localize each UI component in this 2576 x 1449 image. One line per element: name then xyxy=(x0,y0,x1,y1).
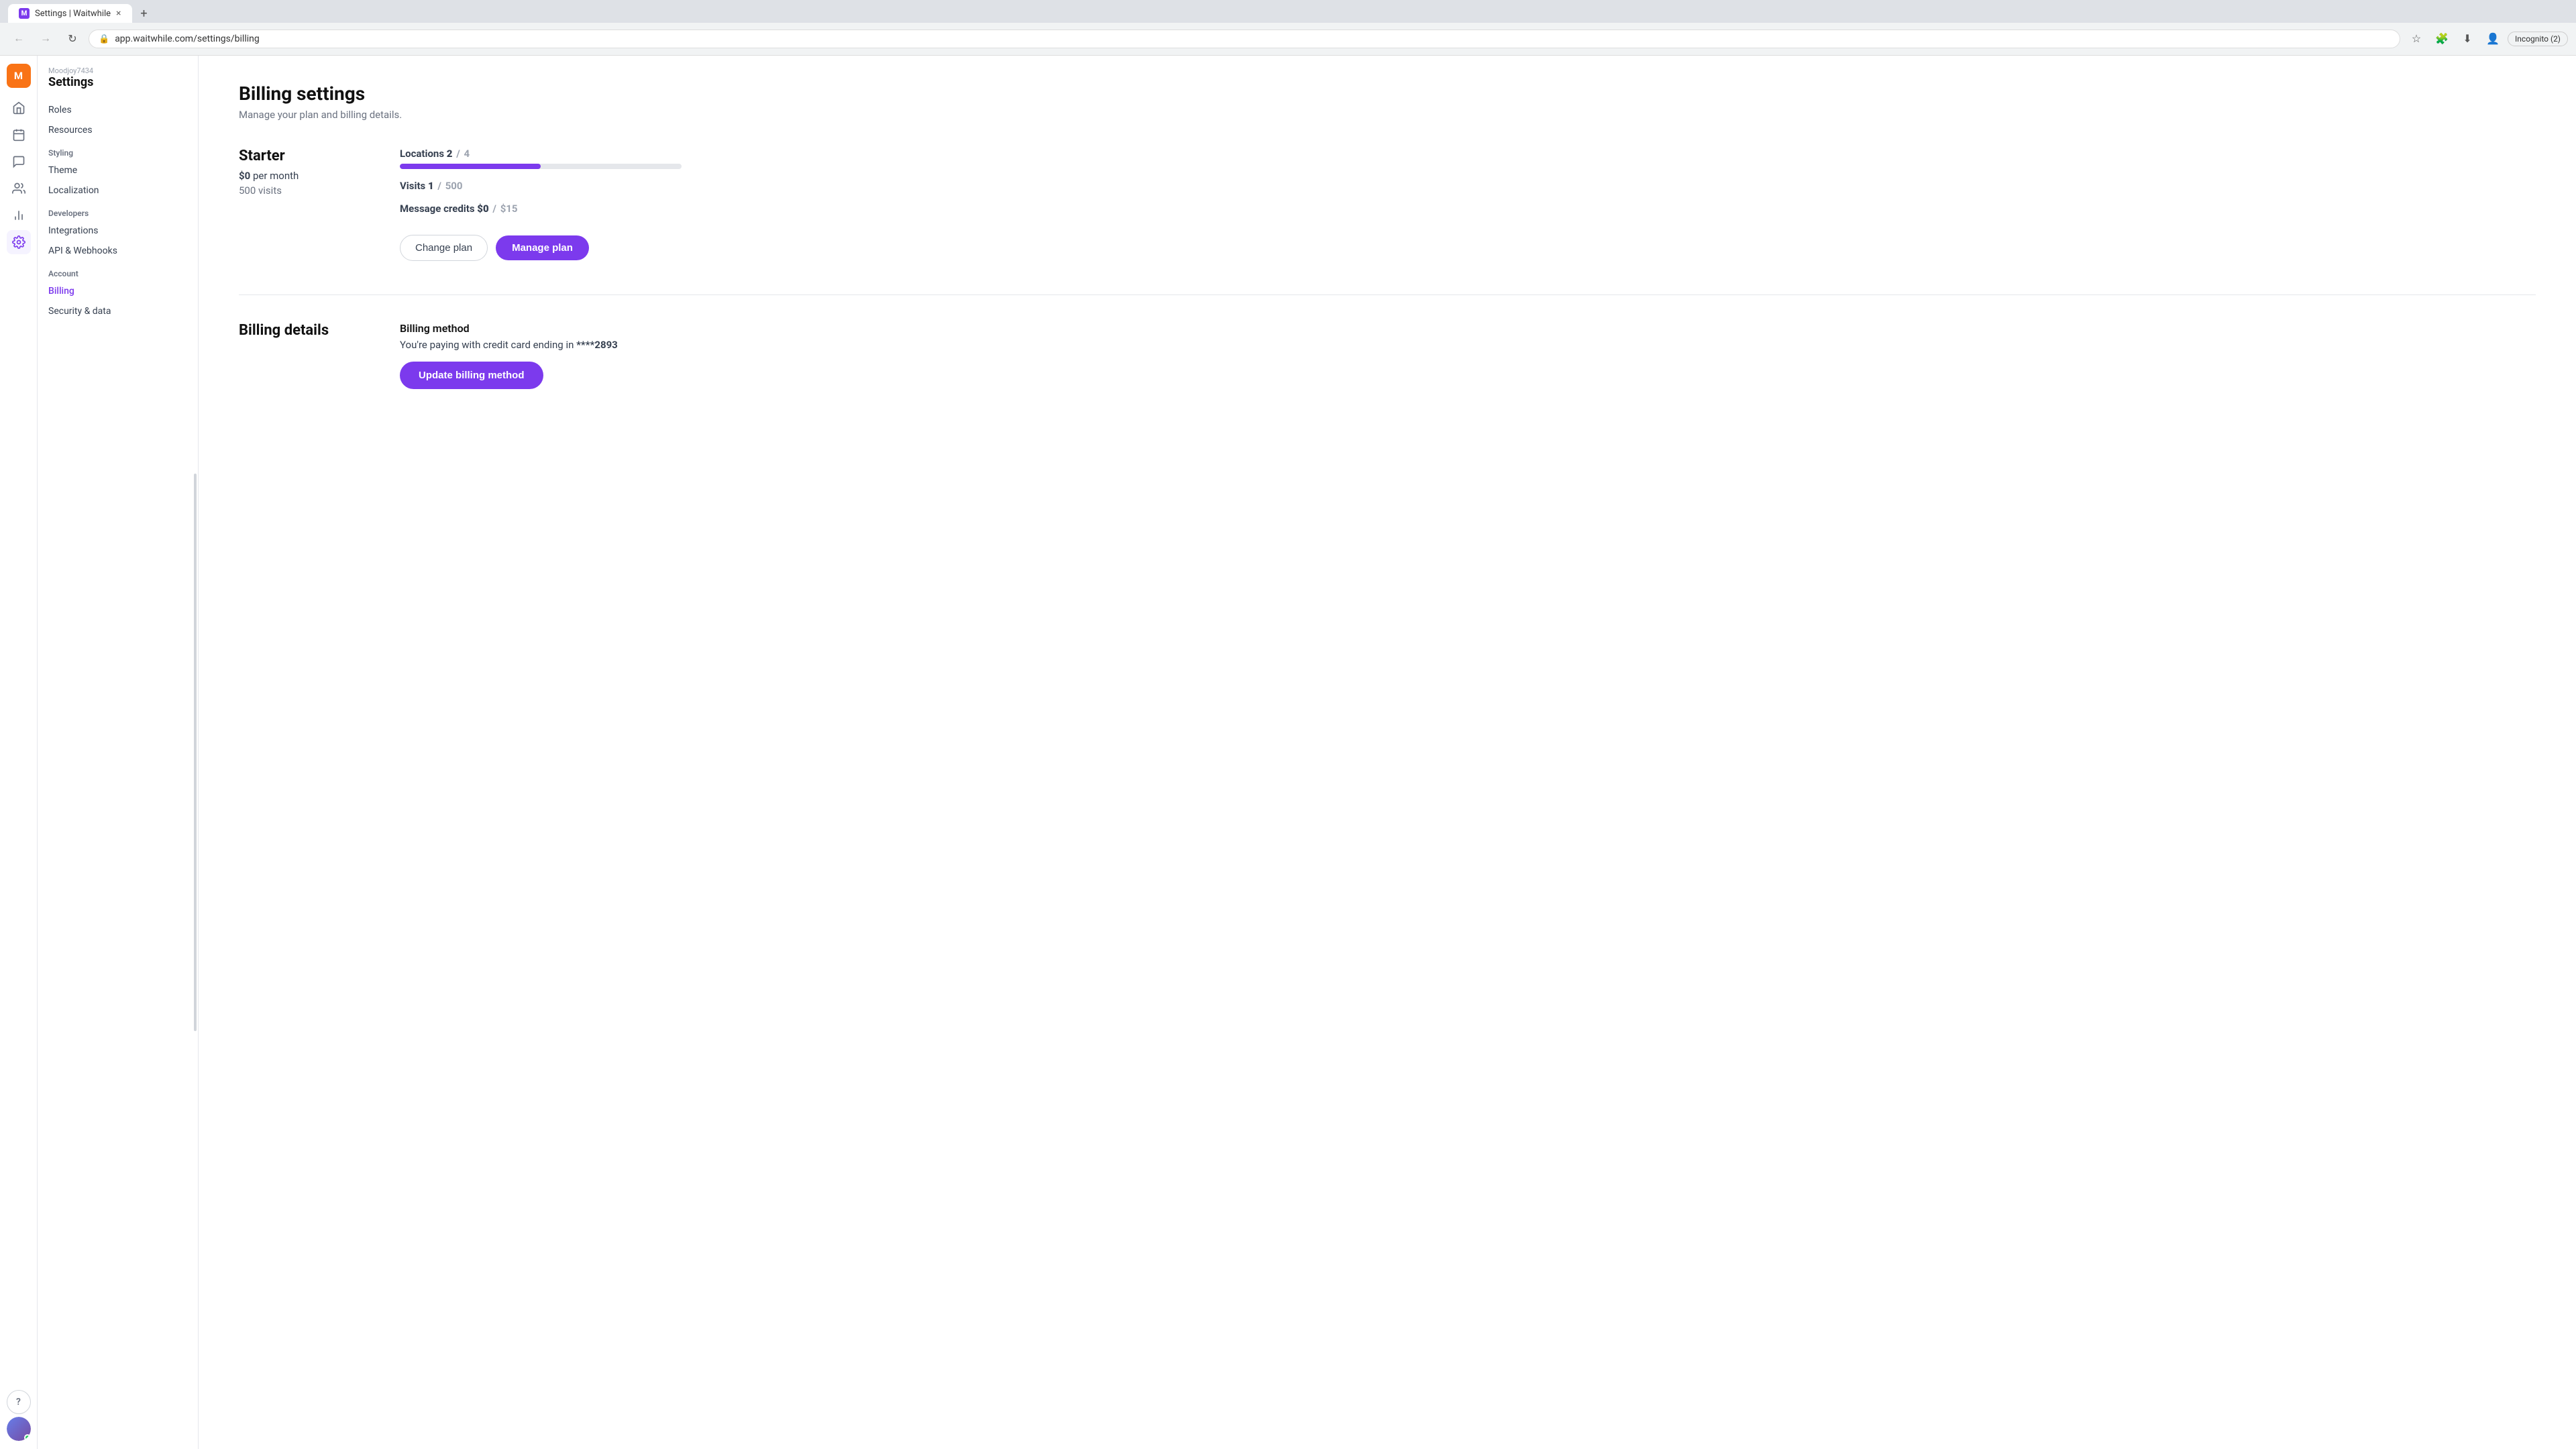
plan-details: Locations 2 / 4 Visits 1 / xyxy=(400,148,2536,261)
plan-buttons: Change plan Manage plan xyxy=(400,235,2536,261)
bookmark-button[interactable]: ☆ xyxy=(2406,28,2427,50)
download-button[interactable]: ⬇ xyxy=(2457,28,2478,50)
locations-stat: Locations 2 / 4 xyxy=(400,148,2536,169)
page-title: Billing settings xyxy=(239,83,2536,105)
billing-method-content: Billing method You're paying with credit… xyxy=(400,322,2536,389)
billing-method-card: ****2893 xyxy=(576,339,618,351)
sidebar-item-theme[interactable]: Theme xyxy=(38,160,198,180)
settings-nav-icon[interactable] xyxy=(7,230,31,254)
calendar-nav-icon[interactable] xyxy=(7,123,31,147)
visits-current: 1 xyxy=(428,180,434,192)
sidebar-item-integrations[interactable]: Integrations xyxy=(38,221,198,241)
locations-progress-fill xyxy=(400,164,541,169)
icon-sidebar-bottom: ? xyxy=(7,1390,31,1441)
visits-separator: / xyxy=(437,180,443,192)
tab-title: Settings | Waitwhile xyxy=(35,9,111,19)
brand-avatar[interactable]: M xyxy=(7,64,31,88)
visits-label: Visits 1 / 500 xyxy=(400,180,2536,192)
incognito-badge[interactable]: Incognito (2) xyxy=(2508,32,2568,46)
sidebar-item-localization[interactable]: Localization xyxy=(38,180,198,201)
app-container: M ? Moodjoy7434 xyxy=(0,56,2576,1449)
new-tab-button[interactable]: + xyxy=(135,4,154,23)
message-credits-label-text: Message credits xyxy=(400,203,475,215)
sidebar-scrollbar xyxy=(194,474,197,1031)
settings-brand: Moodjoy7434 Settings xyxy=(38,66,198,100)
browser-titlebar: M Settings | Waitwhile × + xyxy=(0,0,2576,23)
message-credits-separator: / xyxy=(492,203,498,215)
billing-method-desc-prefix: You're paying with credit card ending in xyxy=(400,339,574,351)
sidebar-section-developers: Developers xyxy=(38,201,198,221)
message-credits-stat: Message credits $0 / $15 xyxy=(400,203,2536,215)
billing-details-section: Billing details Billing method You're pa… xyxy=(239,322,2536,389)
people-nav-icon[interactable] xyxy=(7,176,31,201)
user-avatar[interactable] xyxy=(7,1417,31,1441)
visits-label-text: Visits xyxy=(400,180,425,192)
plan-visits: 500 visits xyxy=(239,184,360,197)
help-icon[interactable]: ? xyxy=(7,1390,31,1414)
address-bar[interactable]: 🔒 app.waitwhile.com/settings/billing xyxy=(89,30,2400,48)
tab-close-button[interactable]: × xyxy=(116,8,121,19)
sidebar-item-security-data[interactable]: Security & data xyxy=(38,301,198,321)
manage-plan-button[interactable]: Manage plan xyxy=(496,235,589,260)
billing-details-label: Billing details xyxy=(239,322,360,389)
settings-breadcrumb: Moodjoy7434 xyxy=(48,66,93,75)
back-button[interactable]: ← xyxy=(8,28,30,50)
locations-current: 2 xyxy=(447,148,453,160)
sidebar-item-resources[interactable]: Resources xyxy=(38,120,198,140)
main-content: Billing settings Manage your plan and bi… xyxy=(199,56,2576,1449)
nav-actions: ☆ 🧩 ⬇ 👤 Incognito (2) xyxy=(2406,28,2568,50)
plan-price: $0 per month xyxy=(239,170,360,182)
browser-chrome: M Settings | Waitwhile × + ← → ↻ 🔒 app.w… xyxy=(0,0,2576,56)
locations-label: Locations 2 / 4 xyxy=(400,148,2536,160)
plan-price-suffix: per month xyxy=(253,170,299,182)
plan-price-amount: $0 xyxy=(239,170,250,182)
chat-nav-icon[interactable] xyxy=(7,150,31,174)
extensions-button[interactable]: 🧩 xyxy=(2431,28,2453,50)
sidebar-section-account: Account xyxy=(38,261,198,281)
locations-separator: / xyxy=(456,148,460,160)
sidebar-item-roles[interactable]: Roles xyxy=(38,100,198,120)
settings-title: Settings xyxy=(48,75,93,89)
plan-info: Starter $0 per month 500 visits xyxy=(239,148,360,197)
locations-total: 4 xyxy=(464,148,470,160)
section-divider xyxy=(239,294,2536,295)
home-nav-icon[interactable] xyxy=(7,96,31,120)
message-credits-total: $15 xyxy=(500,203,518,215)
lock-icon: 🔒 xyxy=(99,34,109,44)
message-credits-current: $0 xyxy=(477,203,488,215)
update-billing-method-button[interactable]: Update billing method xyxy=(400,362,543,389)
user-online-dot xyxy=(24,1434,31,1441)
billing-method-title: Billing method xyxy=(400,322,2536,335)
browser-nav: ← → ↻ 🔒 app.waitwhile.com/settings/billi… xyxy=(0,23,2576,55)
browser-tab[interactable]: M Settings | Waitwhile × xyxy=(8,4,132,23)
address-text: app.waitwhile.com/settings/billing xyxy=(115,34,2390,44)
change-plan-button[interactable]: Change plan xyxy=(400,235,488,261)
sidebar-item-billing[interactable]: Billing xyxy=(38,281,198,301)
chart-nav-icon[interactable] xyxy=(7,203,31,227)
icon-sidebar: M ? xyxy=(0,56,38,1449)
page-subtitle: Manage your plan and billing details. xyxy=(239,109,2536,121)
forward-button[interactable]: → xyxy=(35,28,56,50)
visits-total: 500 xyxy=(445,180,463,192)
locations-label-text: Locations xyxy=(400,148,444,160)
sidebar-section-styling: Styling xyxy=(38,140,198,160)
plan-section: Starter $0 per month 500 visits Location… xyxy=(239,148,2536,261)
message-credits-label: Message credits $0 / $15 xyxy=(400,203,2536,215)
sidebar-item-api-webhooks[interactable]: API & Webhooks xyxy=(38,241,198,261)
settings-sidebar: Moodjoy7434 Settings Roles Resources Sty… xyxy=(38,56,199,1449)
visits-stat: Visits 1 / 500 xyxy=(400,180,2536,192)
tab-favicon: M xyxy=(19,8,30,19)
billing-method-desc: You're paying with credit card ending in… xyxy=(400,339,2536,351)
profile-button[interactable]: 👤 xyxy=(2482,28,2504,50)
locations-progress-track xyxy=(400,164,682,169)
plan-name: Starter xyxy=(239,148,360,164)
refresh-button[interactable]: ↻ xyxy=(62,28,83,50)
